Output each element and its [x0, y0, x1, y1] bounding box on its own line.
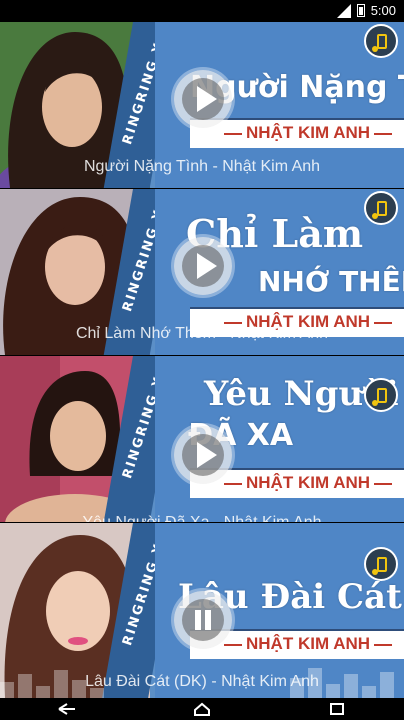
- phone-icon: [377, 201, 387, 216]
- pause-button[interactable]: [174, 591, 232, 649]
- song-title-line2: NHỚ THÊM: [258, 265, 404, 298]
- set-ringtone-button[interactable]: [364, 191, 398, 225]
- song-caption: Người Nặng Tình - Nhật Kim Anh: [83, 158, 321, 175]
- play-button[interactable]: [174, 426, 232, 484]
- song-card[interactable]: RINGRING X STORE Người Nặng Tình NHẬT KI…: [0, 22, 404, 188]
- status-icons: 5:00: [336, 3, 396, 18]
- play-button[interactable]: [174, 237, 232, 295]
- song-caption: Yêu Người Đã Xa - Nhật Kim Anh: [0, 514, 404, 522]
- pause-icon: [182, 599, 224, 641]
- artist-name: NHẬT KIM ANH: [220, 473, 396, 493]
- song-caption: Chỉ Làm Nhớ Thêm - Nhật Kim Anh: [75, 325, 329, 342]
- set-ringtone-button[interactable]: [364, 547, 398, 581]
- status-bar: 5:00: [0, 0, 404, 22]
- artist-name: NHẬT KIM ANH: [220, 634, 396, 654]
- battery-icon: [356, 4, 365, 17]
- recents-icon[interactable]: [317, 702, 357, 716]
- set-ringtone-button[interactable]: [364, 378, 398, 412]
- clock: 5:00: [370, 3, 396, 18]
- play-button[interactable]: [174, 70, 232, 128]
- play-icon: [197, 253, 217, 279]
- song-card[interactable]: RINGRING X STORE Chỉ Làm NHỚ THÊM NHẬT K…: [0, 189, 404, 355]
- song-card[interactable]: RINGRING X STORE Yêu Người ĐÃ XA NHẬT KI…: [0, 356, 404, 522]
- phone-icon: [377, 388, 387, 403]
- navigation-bar: [0, 698, 404, 720]
- back-icon[interactable]: [47, 702, 87, 716]
- set-ringtone-button[interactable]: [364, 24, 398, 58]
- artist-name: NHẬT KIM ANH: [220, 123, 396, 143]
- song-caption: Lâu Đài Cát (DK) - Nhật Kim Anh: [85, 673, 319, 690]
- song-list[interactable]: RINGRING X STORE Người Nặng Tình NHẬT KI…: [0, 22, 404, 698]
- home-icon[interactable]: [182, 702, 222, 716]
- phone-icon: [377, 557, 387, 572]
- artist-box: NHẬT KIM ANH: [190, 118, 404, 148]
- play-icon: [197, 442, 217, 468]
- song-card[interactable]: RINGRING X STORE Lâu Đài Cát NHẬT KIM AN…: [0, 523, 404, 698]
- signal-icon: [336, 3, 351, 18]
- phone-icon: [377, 34, 387, 49]
- play-icon: [197, 86, 217, 112]
